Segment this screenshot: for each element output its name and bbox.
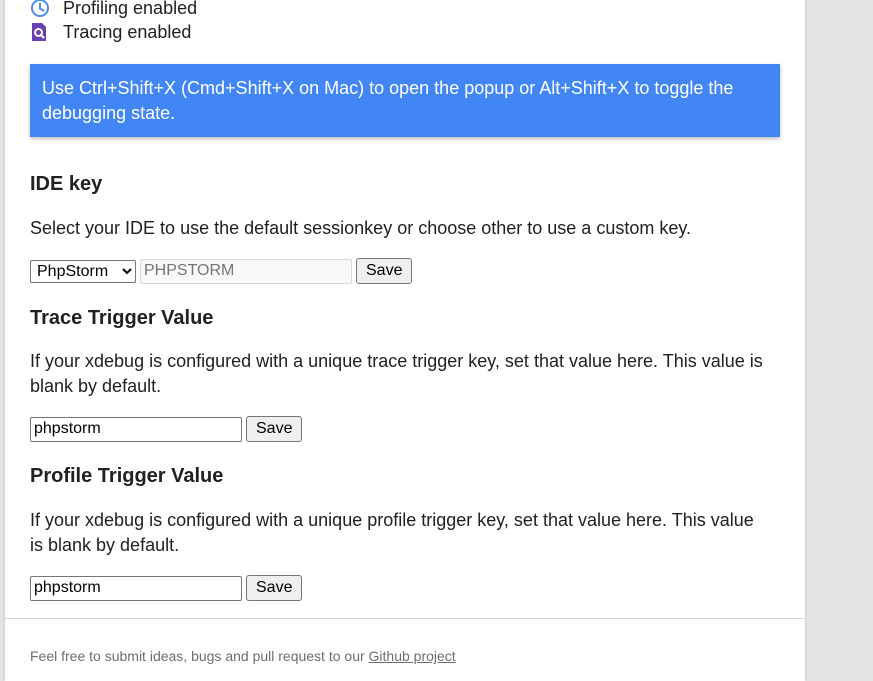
ide-key-save-button[interactable]: Save bbox=[356, 258, 413, 284]
ide-key-input[interactable] bbox=[140, 258, 352, 284]
trace-trigger-description: If your xdebug is configured with a uniq… bbox=[30, 351, 763, 396]
profile-trigger-input[interactable] bbox=[30, 575, 242, 601]
clock-icon bbox=[30, 0, 54, 18]
ide-key-heading: IDE key bbox=[30, 173, 103, 195]
profile-trigger-heading: Profile Trigger Value bbox=[30, 465, 224, 487]
profile-trigger-form: Save bbox=[30, 575, 303, 601]
ide-key-description: Select your IDE to use the default sessi… bbox=[30, 218, 692, 238]
github-project-link[interactable]: Github project bbox=[369, 648, 456, 664]
search-document-icon bbox=[30, 22, 54, 42]
footer: Feel free to submit ideas, bugs and pull… bbox=[30, 647, 456, 665]
ide-select[interactable]: PhpStorm bbox=[30, 259, 136, 283]
tracing-status: Tracing enabled bbox=[30, 21, 191, 43]
profiling-status: Profiling enabled bbox=[30, 0, 197, 19]
options-page: Profiling enabled Tracing enabled Use Ct… bbox=[5, 0, 805, 681]
trace-trigger-save-button[interactable]: Save bbox=[246, 416, 303, 442]
trace-trigger-input[interactable] bbox=[30, 416, 242, 442]
tracing-status-label: Tracing enabled bbox=[63, 22, 192, 42]
footer-divider bbox=[5, 618, 805, 619]
profile-trigger-description: If your xdebug is configured with a uniq… bbox=[30, 510, 754, 555]
ide-key-form: PhpStorm Save bbox=[30, 258, 413, 284]
trace-trigger-form: Save bbox=[30, 416, 303, 442]
trace-trigger-heading: Trace Trigger Value bbox=[30, 307, 214, 329]
footer-text: Feel free to submit ideas, bugs and pull… bbox=[30, 648, 369, 664]
profile-trigger-save-button[interactable]: Save bbox=[246, 575, 303, 601]
profiling-status-label: Profiling enabled bbox=[63, 0, 198, 18]
shortcut-info-banner: Use Ctrl+Shift+X (Cmd+Shift+X on Mac) to… bbox=[30, 64, 780, 137]
